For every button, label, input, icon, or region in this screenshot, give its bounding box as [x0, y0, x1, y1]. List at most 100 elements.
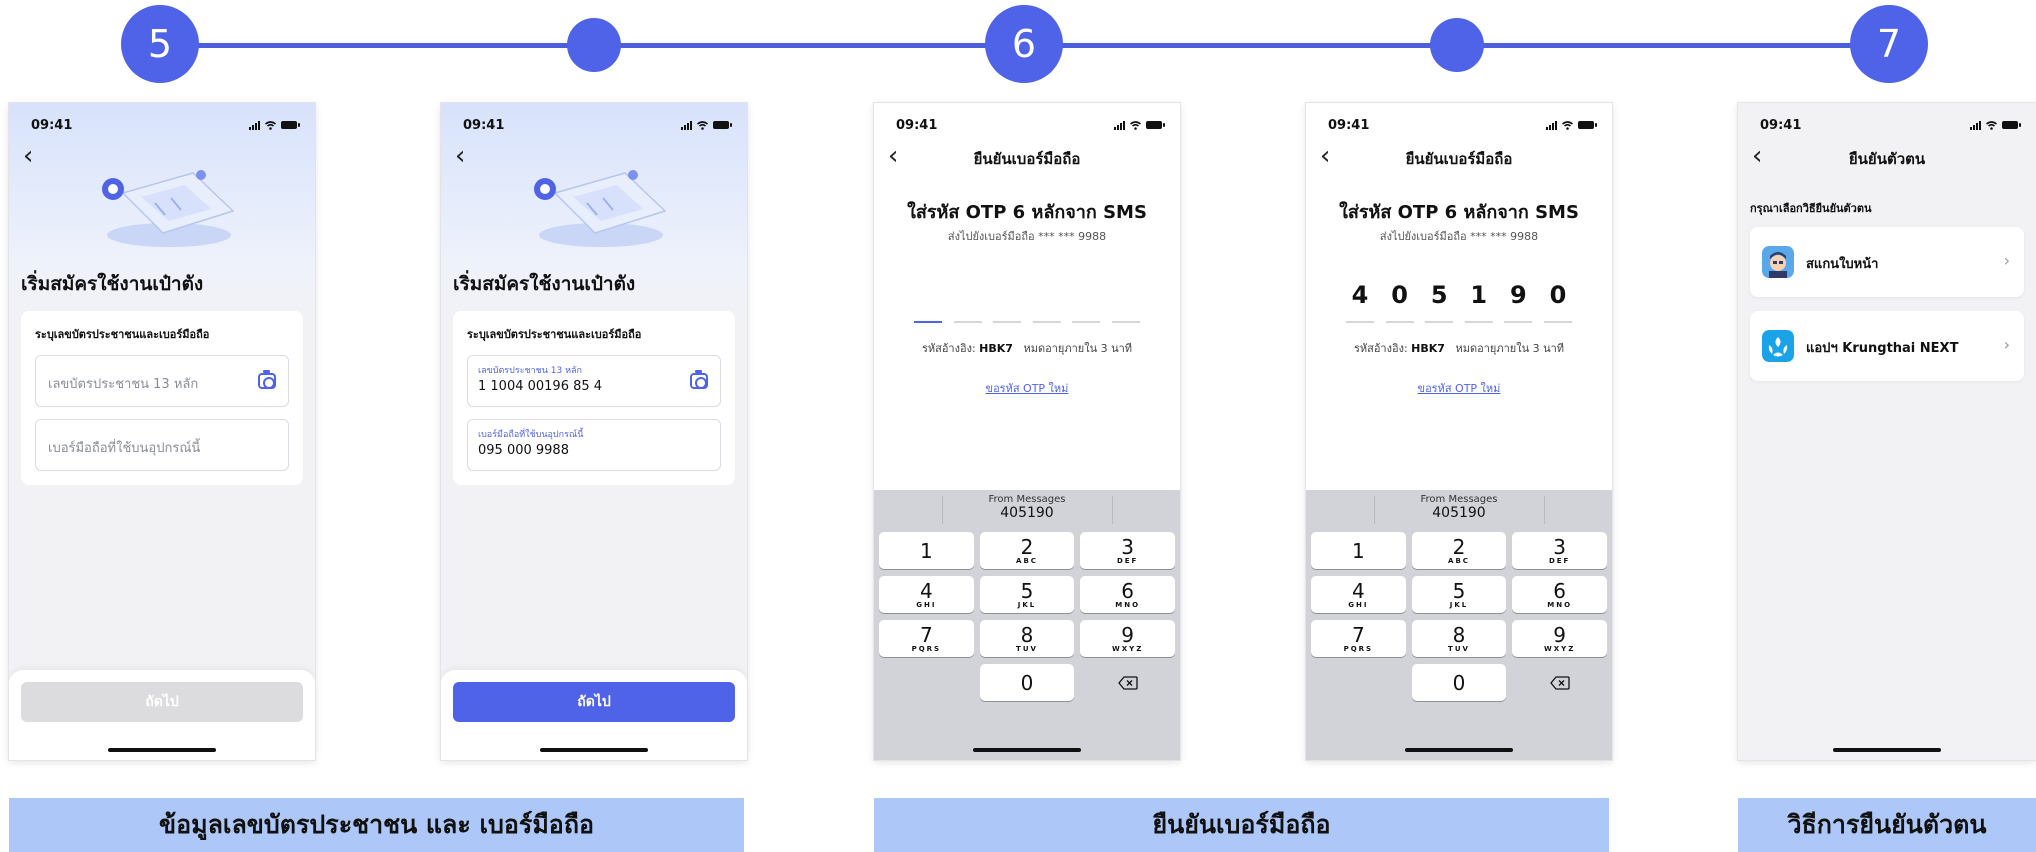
key-0[interactable]: 0 [1411, 664, 1507, 701]
camera-icon[interactable] [690, 370, 708, 389]
otp-digit-box[interactable] [993, 273, 1022, 323]
delete-key[interactable] [1080, 664, 1175, 701]
id-phone-card: ระบุเลขบัตรประชาชนและเบอร์มือถือ เลขบัตร… [453, 311, 735, 485]
key-9[interactable]: 9 WXYZ [1080, 620, 1175, 657]
phone-screen-id-filled: 09:41 ‹ เริ่มสมัครใช้งานเป๋าตัง ระบุเลขบ… [441, 103, 747, 760]
otp-digit-box[interactable]: 0 [1385, 273, 1414, 323]
otp-reference: รหัสอ้างอิง: HBK7 หมดอายุภายใน 3 นาที [1306, 339, 1612, 357]
ref-prefix: รหัสอ้างอิง: [921, 342, 976, 355]
signal-icon [681, 120, 692, 130]
key-5[interactable]: 5 JKL [1411, 576, 1507, 613]
key-2[interactable]: 2 ABC [1411, 532, 1507, 569]
caption-verify-phone: ยืนยันเบอร์มือถือ [874, 798, 1609, 852]
key-9[interactable]: 9 WXYZ [1512, 620, 1607, 657]
citizen-id-input[interactable]: เลขบัตรประชาชน 13 หลัก 1 1004 00196 85 4 [467, 355, 721, 407]
citizen-id-placeholder: เลขบัตรประชาชน 13 หลัก [48, 377, 199, 392]
otp-digit-box[interactable] [953, 273, 982, 323]
status-bar: 09:41 [31, 116, 300, 134]
nav-title: ยืนยันตัวตน [1848, 150, 1926, 168]
citizen-id-input[interactable]: เลขบัตรประชาชน 13 หลัก [35, 355, 289, 407]
otp-input[interactable]: 4 0 5 1 9 0 [1346, 273, 1572, 323]
back-chevron-icon[interactable]: ‹ [455, 143, 475, 169]
home-indicator [1833, 748, 1941, 752]
otp-digit-box[interactable]: 9 [1504, 273, 1533, 323]
face-scan-label: สแกนใบหน้า [1806, 257, 1879, 272]
otp-autofill-suggestion[interactable]: From Messages 405190 [1306, 494, 1612, 526]
key-7[interactable]: 7 PQRS [879, 620, 974, 657]
step-5-node: 5 [121, 5, 199, 83]
card-label: ระบุเลขบัตรประชาชนและเบอร์มือถือ [35, 328, 210, 341]
signal-icon [1546, 120, 1557, 130]
home-indicator [108, 748, 216, 752]
mobile-number-input[interactable]: เบอร์มือถือที่ใช้บนอุปกรณ์นี้ 095 000 99… [467, 419, 721, 471]
delete-icon [1549, 675, 1570, 690]
otp-digit-box[interactable]: 4 [1346, 273, 1374, 323]
numeric-keyboard: From Messages 405190 1 2 ABC 3 DEF 4 GHI 5J… [874, 490, 1180, 760]
battery-icon [281, 121, 300, 129]
otp-digit-box[interactable]: 0 [1543, 273, 1572, 323]
otp-reference: รหัสอ้างอิง: HBK7 หมดอายุภายใน 3 นาที [874, 339, 1180, 357]
caption-id-phone: ข้อมูลเลขบัตรประชาชน และ เบอร์มือถือ [9, 798, 744, 852]
chevron-right-icon: › [2003, 335, 2010, 354]
otp-autofill-suggestion[interactable]: From Messages 405190 [874, 494, 1180, 526]
ref-prefix: รหัสอ้างอิง: [1353, 342, 1408, 355]
back-chevron-icon[interactable]: ‹ [23, 143, 43, 169]
home-indicator [1405, 748, 1513, 752]
status-icons [249, 120, 300, 130]
status-icons [1970, 120, 2021, 130]
home-indicator [973, 748, 1081, 752]
key-3[interactable]: 3 DEF [1080, 532, 1175, 569]
otp-digit-box[interactable] [914, 273, 942, 323]
step-6-node: 6 [985, 5, 1063, 83]
otp-subtitle: ส่งไปยังเบอร์มือถือ *** *** 9988 [947, 230, 1107, 243]
delete-key[interactable] [1512, 664, 1607, 701]
battery-icon [1146, 121, 1165, 129]
krungthai-next-option[interactable]: แอปฯ Krungthai NEXT › [1750, 311, 2024, 381]
key-0[interactable]: 0 [979, 664, 1075, 701]
key-1[interactable]: 1 [1311, 532, 1406, 569]
key-4[interactable]: 4 GHI [1311, 576, 1406, 613]
citizen-id-floating-label: เลขบัตรประชาชน 13 หลัก [478, 366, 583, 376]
key-7[interactable]: 7 PQRS [1311, 620, 1406, 657]
face-scan-option[interactable]: สแกนใบหน้า › [1750, 227, 2024, 297]
key-8[interactable]: 8 TUV [979, 620, 1075, 657]
wifi-icon [1130, 120, 1141, 130]
otp-digit-box[interactable] [1032, 273, 1061, 323]
otp-input[interactable] [914, 273, 1140, 323]
camera-icon[interactable] [258, 370, 276, 389]
key-2[interactable]: 2 ABC [979, 532, 1075, 569]
key-1[interactable]: 1 [879, 532, 974, 569]
next-button-disabled[interactable]: ถัดไป [21, 682, 303, 722]
id-card-illustration-icon [102, 170, 235, 247]
mobile-number-input[interactable]: เบอร์มือถือที่ใช้บนอุปกรณ์นี้ [35, 419, 289, 471]
key-8[interactable]: 8 TUV [1411, 620, 1507, 657]
next-button[interactable]: ถัดไป [453, 682, 735, 722]
otp-digit-box[interactable] [1111, 273, 1140, 323]
step-7-node: 7 [1850, 5, 1928, 83]
phone-screen-otp-empty: 09:41 ‹ ยืนยันเบอร์มือถือ ใส่รหัส OTP 6 … [874, 103, 1180, 760]
status-icons [1546, 120, 1597, 130]
id-card-illustration-icon [534, 170, 667, 247]
status-time: 09:41 [31, 117, 73, 133]
keypad-grid: 1 2 ABC 3 DEF 4 GHI 5 JKL 6 MNO 7 PQRS 8 TUV 9W… [1311, 532, 1607, 701]
signal-icon [1970, 120, 1981, 130]
status-bar: 09:41 [1760, 116, 2021, 134]
otp-digit-box[interactable]: 5 [1425, 273, 1454, 323]
resend-otp-link[interactable]: ขอรหัส OTP ใหม่ [1306, 379, 1612, 397]
key-5[interactable]: 5 JKL [979, 576, 1075, 613]
battery-icon [1578, 121, 1597, 129]
nav-title: ยืนยันเบอร์มือถือ [973, 150, 1081, 168]
otp-digit-box[interactable]: 1 [1464, 273, 1493, 323]
resend-otp-link[interactable]: ขอรหัส OTP ใหม่ [874, 379, 1180, 397]
delete-icon [1117, 675, 1138, 690]
status-icons [1114, 120, 1165, 130]
ref-code: HBK7 [1411, 342, 1445, 355]
key-4[interactable]: 4 GHI [879, 576, 974, 613]
page-heading: เริ่มสมัครใช้งานเป๋าตัง [21, 273, 204, 295]
key-3[interactable]: 3 DEF [1512, 532, 1607, 569]
otp-digit-box[interactable] [1072, 273, 1101, 323]
krungthai-next-icon [1762, 330, 1794, 362]
key-6[interactable]: 6 MNO [1080, 576, 1175, 613]
id-phone-card: ระบุเลขบัตรประชาชนและเบอร์มือถือ เลขบัตร… [21, 311, 303, 485]
key-6[interactable]: 6 MNO [1512, 576, 1607, 613]
